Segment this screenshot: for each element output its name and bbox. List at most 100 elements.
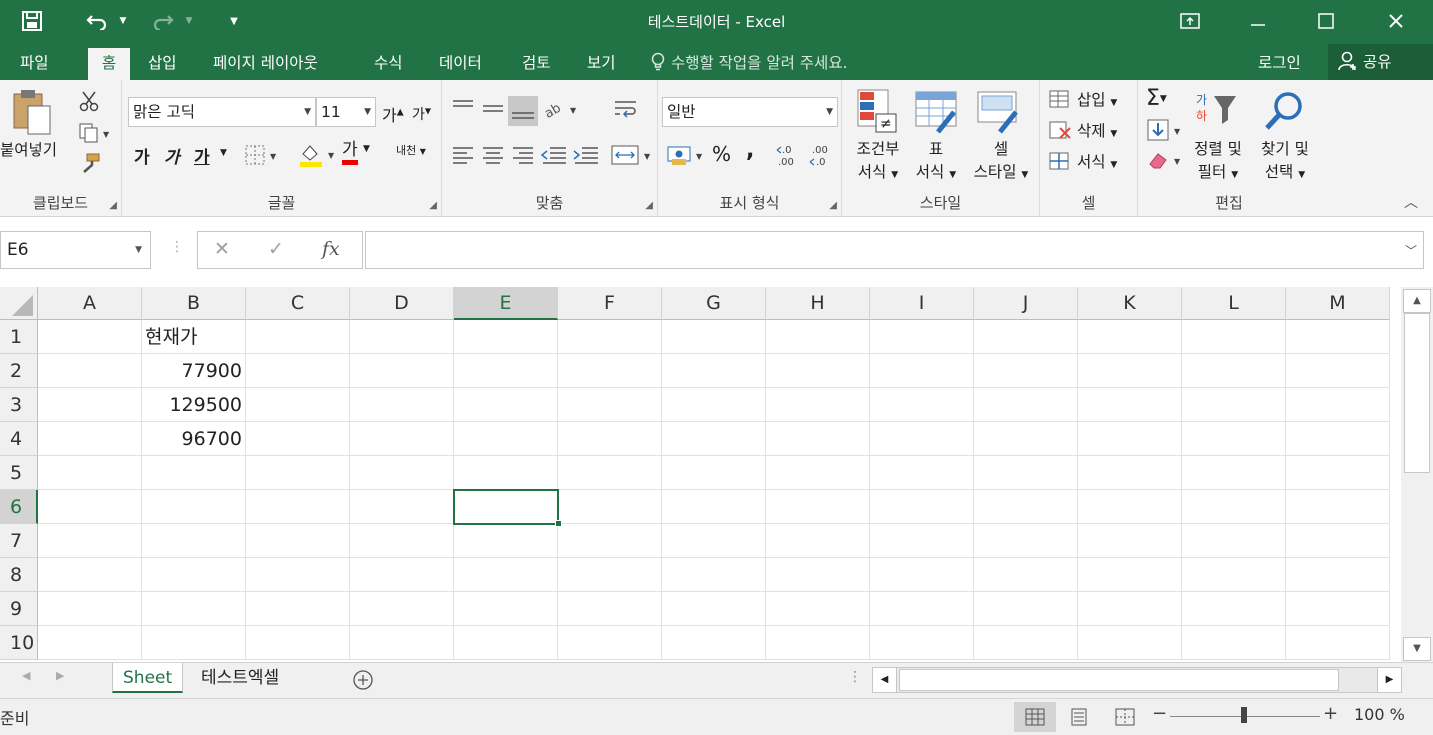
new-sheet-icon[interactable] bbox=[352, 669, 374, 695]
cell-m4[interactable] bbox=[1286, 422, 1390, 456]
tab-file[interactable]: 파일 bbox=[16, 48, 53, 80]
cell-e8[interactable] bbox=[454, 558, 558, 592]
cell-b3[interactable]: 129500 bbox=[142, 388, 246, 422]
cell-k9[interactable] bbox=[1078, 592, 1182, 626]
clear-icon[interactable]: ▼ bbox=[1146, 148, 1184, 176]
cell-i10[interactable] bbox=[870, 626, 974, 660]
cell-f9[interactable] bbox=[558, 592, 662, 626]
font-color-button[interactable]: 가 ▼ bbox=[342, 140, 370, 165]
cell-e4[interactable] bbox=[454, 422, 558, 456]
cell-j1[interactable] bbox=[974, 320, 1078, 354]
cell-g8[interactable] bbox=[662, 558, 766, 592]
formula-input[interactable]: ﹀ bbox=[365, 231, 1424, 269]
cell-b9[interactable] bbox=[142, 592, 246, 626]
cell-h7[interactable] bbox=[766, 524, 870, 558]
number-format-combo[interactable]: 일반 ▼ bbox=[662, 97, 838, 127]
conditional-formatting-button[interactable]: 조건부 서식 ▼ bbox=[848, 138, 908, 187]
cell-styles-icon[interactable] bbox=[976, 90, 1024, 140]
cell-e5[interactable] bbox=[454, 456, 558, 490]
cell-k4[interactable] bbox=[1078, 422, 1182, 456]
cell-g4[interactable] bbox=[662, 422, 766, 456]
cell-g6[interactable] bbox=[662, 490, 766, 524]
merge-center-icon[interactable]: ▼ bbox=[610, 142, 656, 172]
cell-i9[interactable] bbox=[870, 592, 974, 626]
tab-view[interactable]: 보기 bbox=[583, 48, 620, 80]
cell-m3[interactable] bbox=[1286, 388, 1390, 422]
zoom-level[interactable]: 100 % bbox=[1354, 705, 1405, 724]
align-right-icon[interactable] bbox=[510, 144, 536, 170]
cell-e3[interactable] bbox=[454, 388, 558, 422]
sort-filter-button[interactable]: 정렬 및 필터 ▼ bbox=[1188, 138, 1248, 187]
column-header-m[interactable]: M bbox=[1286, 287, 1390, 320]
cell-h1[interactable] bbox=[766, 320, 870, 354]
cell-b5[interactable] bbox=[142, 456, 246, 490]
insert-cells-button[interactable]: 삽입 ▼ bbox=[1048, 88, 1117, 110]
cell-a9[interactable] bbox=[38, 592, 142, 626]
increase-decimal-icon[interactable]: .0.00 bbox=[776, 142, 804, 174]
cell-c1[interactable] bbox=[246, 320, 350, 354]
cell-l8[interactable] bbox=[1182, 558, 1286, 592]
cell-h3[interactable] bbox=[766, 388, 870, 422]
normal-view-icon[interactable] bbox=[1014, 702, 1056, 732]
formula-bar-grip-icon[interactable]: ⋮ bbox=[170, 239, 184, 255]
cell-a5[interactable] bbox=[38, 456, 142, 490]
cell-m10[interactable] bbox=[1286, 626, 1390, 660]
tab-page-layout[interactable]: 페이지 레이아웃 bbox=[209, 48, 322, 80]
decrease-indent-icon[interactable] bbox=[540, 144, 568, 170]
cell-a2[interactable] bbox=[38, 354, 142, 388]
close-button[interactable] bbox=[1376, 6, 1416, 36]
accounting-format-icon[interactable]: ▼ bbox=[666, 142, 706, 172]
format-as-table-icon[interactable] bbox=[914, 90, 962, 140]
align-top-icon[interactable] bbox=[450, 98, 476, 122]
conditional-formatting-icon[interactable]: ≠ bbox=[856, 88, 898, 138]
orientation-icon[interactable]: ab ▼ bbox=[542, 98, 580, 124]
row-header-1[interactable]: 1 bbox=[0, 320, 38, 354]
cell-j2[interactable] bbox=[974, 354, 1078, 388]
underline-dropdown-icon[interactable]: ▼ bbox=[220, 148, 227, 158]
sheet-tab-test-excel[interactable]: 테스트엑셀 bbox=[191, 663, 289, 693]
increase-indent-icon[interactable] bbox=[572, 144, 600, 170]
cell-m7[interactable] bbox=[1286, 524, 1390, 558]
cell-d8[interactable] bbox=[350, 558, 454, 592]
cell-d7[interactable] bbox=[350, 524, 454, 558]
vertical-scrollbar[interactable]: ▲ ▼ bbox=[1401, 287, 1433, 662]
fill-handle[interactable] bbox=[555, 520, 562, 527]
cell-m1[interactable] bbox=[1286, 320, 1390, 354]
cell-j9[interactable] bbox=[974, 592, 1078, 626]
cell-e1[interactable] bbox=[454, 320, 558, 354]
cell-d6[interactable] bbox=[350, 490, 454, 524]
cell-e10[interactable] bbox=[454, 626, 558, 660]
column-header-b[interactable]: B bbox=[142, 287, 246, 320]
zoom-out-button[interactable]: − bbox=[1152, 703, 1167, 724]
worksheet-grid[interactable]: A B C D E F G H I J K L M 1 현재가 2 77900 3 129500 4 96700 5 6 7 8… bbox=[0, 287, 1401, 662]
column-header-f[interactable]: F bbox=[558, 287, 662, 320]
delete-cells-button[interactable]: 삭제 ▼ bbox=[1048, 119, 1117, 141]
cell-l4[interactable] bbox=[1182, 422, 1286, 456]
cell-a4[interactable] bbox=[38, 422, 142, 456]
cell-l7[interactable] bbox=[1182, 524, 1286, 558]
cell-c4[interactable] bbox=[246, 422, 350, 456]
cell-d1[interactable] bbox=[350, 320, 454, 354]
cell-h10[interactable] bbox=[766, 626, 870, 660]
cell-c5[interactable] bbox=[246, 456, 350, 490]
page-layout-view-icon[interactable] bbox=[1058, 702, 1100, 732]
cell-k1[interactable] bbox=[1078, 320, 1182, 354]
cell-i8[interactable] bbox=[870, 558, 974, 592]
number-launcher-icon[interactable]: ◢ bbox=[829, 200, 837, 211]
page-break-view-icon[interactable] bbox=[1104, 702, 1146, 732]
share-button[interactable]: 공유 bbox=[1328, 44, 1433, 80]
cell-i3[interactable] bbox=[870, 388, 974, 422]
insert-function-icon[interactable]: fx bbox=[322, 238, 340, 260]
tab-formulas[interactable]: 수식 bbox=[370, 48, 407, 80]
vertical-scroll-thumb[interactable] bbox=[1404, 313, 1430, 473]
column-header-d[interactable]: D bbox=[350, 287, 454, 320]
cell-f1[interactable] bbox=[558, 320, 662, 354]
row-header-9[interactable]: 9 bbox=[0, 592, 38, 626]
horizontal-scroll-thumb[interactable] bbox=[899, 669, 1339, 691]
cell-l3[interactable] bbox=[1182, 388, 1286, 422]
cell-b1[interactable]: 현재가 bbox=[142, 320, 246, 354]
collapse-ribbon-icon[interactable]: ︿ bbox=[1404, 192, 1418, 212]
expand-formula-bar-icon[interactable]: ﹀ bbox=[1405, 242, 1417, 259]
column-header-h[interactable]: H bbox=[766, 287, 870, 320]
shrink-font-button[interactable]: 가▼ bbox=[412, 104, 431, 124]
